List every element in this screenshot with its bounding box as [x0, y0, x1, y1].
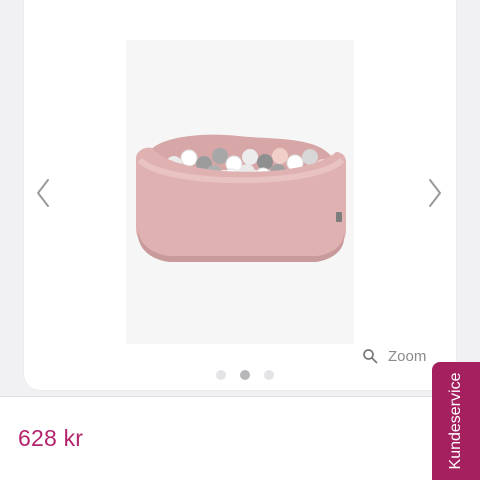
customer-service-label: Kundeservice: [447, 372, 464, 470]
slide-indicator: [216, 370, 274, 380]
zoom-label: Zoom: [388, 347, 427, 365]
product-price: 628 kr: [18, 425, 84, 451]
slide-dot-1[interactable]: [216, 370, 226, 380]
magnifier-icon: [363, 349, 378, 364]
zoom-button[interactable]: Zoom: [362, 344, 426, 368]
ball-pit-illustration: [126, 40, 354, 344]
slide-dot-3[interactable]: [264, 370, 274, 380]
product-page: Zoom 628 kr Kundeservice: [0, 0, 480, 480]
slide-dot-2-active[interactable]: [240, 370, 250, 380]
chevron-right-icon: [429, 179, 441, 207]
customer-service-tab[interactable]: Kundeservice: [432, 362, 480, 480]
previous-image-button[interactable]: [32, 176, 56, 210]
next-image-button[interactable]: [422, 176, 446, 210]
chevron-left-icon: [37, 179, 49, 207]
product-image[interactable]: [126, 40, 354, 344]
